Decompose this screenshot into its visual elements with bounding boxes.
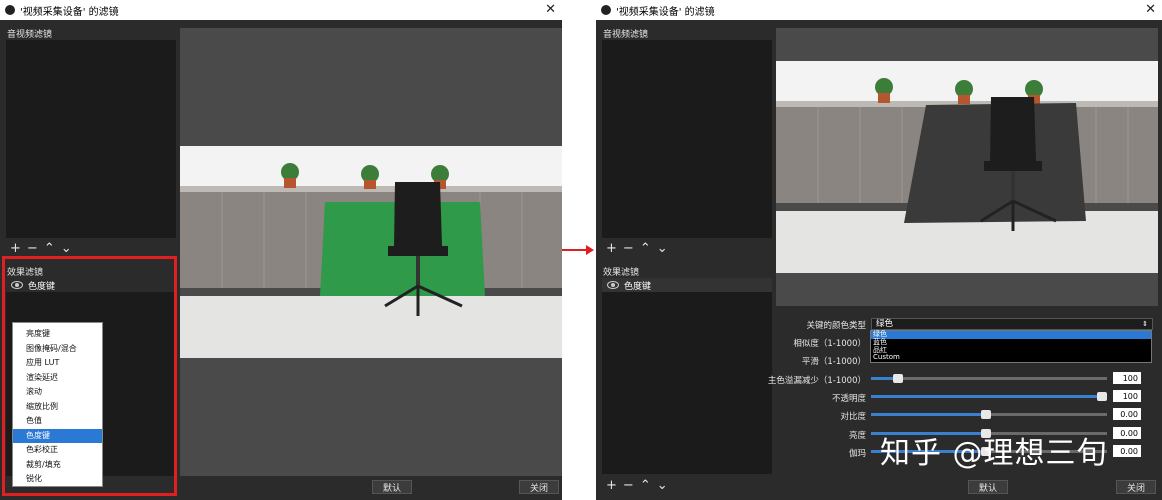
right-window-title: '视频采集设备' 的滤镜 [616, 6, 715, 18]
right-close-icon[interactable]: ✕ [1145, 2, 1156, 17]
right-close-button[interactable]: 关闭 [1116, 480, 1156, 494]
right-filters-window: '视频采集设备' 的滤镜 ✕ 音视频滤镜 + − ⌃ ⌄ 效果滤镜 色度键 + … [596, 0, 1162, 500]
right-av-toolbar: + − ⌃ ⌄ [606, 241, 668, 256]
left-window-title: '视频采集设备' 的滤镜 [20, 6, 119, 18]
right-preview-area [776, 28, 1158, 306]
dropdown-option-blue[interactable]: 蓝色 [871, 338, 1151, 347]
left-close-icon[interactable]: ✕ [545, 2, 556, 17]
move-down-icon[interactable]: ⌄ [657, 241, 668, 256]
similarity-label: 相似度（1-1000） [793, 339, 866, 349]
opacity-spinbox[interactable]: 100 [1113, 390, 1141, 402]
move-up-icon[interactable]: ⌃ [640, 478, 651, 493]
right-effect-item-chroma-key[interactable]: 色度键 [602, 278, 772, 292]
visibility-eye-icon[interactable] [607, 281, 619, 289]
right-preview-image [776, 61, 1158, 273]
right-effect-filters-header: 效果滤镜 [603, 268, 640, 278]
remove-icon[interactable]: − [623, 478, 634, 493]
add-icon[interactable]: + [10, 241, 21, 256]
dropdown-option-magenta[interactable]: 品红 [871, 346, 1151, 355]
smoothness-label: 平滑（1-1000） [801, 357, 866, 367]
left-close-button[interactable]: 关闭 [519, 480, 559, 494]
key-color-dropdown-list: 绿色 蓝色 品红 Custom [870, 330, 1152, 363]
gamma-label: 伽玛 [848, 449, 866, 459]
left-default-button[interactable]: 默认 [372, 480, 412, 494]
brightness-label: 亮度 [848, 431, 866, 441]
right-effect-filters-list[interactable] [602, 278, 772, 474]
left-preview-image [180, 146, 562, 358]
move-up-icon[interactable]: ⌃ [640, 241, 651, 256]
contrast-label: 对比度 [840, 412, 866, 422]
left-title-bar: '视频采集设备' 的滤镜 ✕ [0, 0, 562, 20]
right-title-bar: '视频采集设备' 的滤镜 ✕ [596, 0, 1162, 20]
opacity-slider[interactable] [871, 392, 1107, 401]
key-color-type-select[interactable]: 绿色 ⇕ [871, 318, 1153, 330]
dropdown-option-custom[interactable]: Custom [871, 354, 1151, 362]
add-icon[interactable]: + [606, 478, 617, 493]
right-default-button[interactable]: 默认 [968, 480, 1008, 494]
left-av-toolbar: + − ⌃ ⌄ [10, 241, 72, 256]
dropdown-option-green[interactable]: 绿色 [871, 330, 1151, 339]
key-color-type-value: 绿色 [876, 319, 894, 329]
contrast-spinbox[interactable]: 0.00 [1113, 408, 1141, 420]
contrast-slider[interactable] [871, 410, 1107, 419]
move-up-icon[interactable]: ⌃ [44, 241, 55, 256]
key-color-type-label: 关键的颜色类型 [806, 321, 866, 331]
obs-logo-icon [5, 5, 15, 15]
add-icon[interactable]: + [606, 241, 617, 256]
highlight-box [2, 256, 177, 496]
right-av-filters-list[interactable] [602, 40, 772, 238]
brightness-spinbox[interactable]: 0.00 [1113, 427, 1141, 439]
effect-item-label: 色度键 [624, 281, 652, 292]
left-preview-area [180, 28, 562, 476]
chevron-updown-icon: ⇕ [1142, 320, 1148, 328]
spill-reduction-label: 主色溢漏减少（1-1000） [767, 376, 866, 386]
remove-icon[interactable]: − [27, 241, 38, 256]
gamma-spinbox[interactable]: 0.00 [1113, 445, 1141, 457]
left-av-filters-list[interactable] [6, 40, 176, 238]
spill-slider[interactable] [871, 374, 1107, 383]
obs-logo-icon [601, 5, 611, 15]
right-effect-toolbar: + − ⌃ ⌄ [606, 478, 668, 493]
move-down-icon[interactable]: ⌄ [61, 241, 72, 256]
move-down-icon[interactable]: ⌄ [657, 478, 668, 493]
watermark-text: 知乎 @理想三旬 [880, 436, 1108, 471]
right-av-filters-header: 音视频滤镜 [603, 30, 649, 40]
spill-spinbox[interactable]: 100 [1113, 372, 1141, 384]
left-av-filters-header: 音视频滤镜 [7, 30, 53, 40]
transition-arrow-icon [562, 245, 594, 255]
remove-icon[interactable]: − [623, 241, 634, 256]
opacity-label: 不透明度 [831, 394, 866, 404]
